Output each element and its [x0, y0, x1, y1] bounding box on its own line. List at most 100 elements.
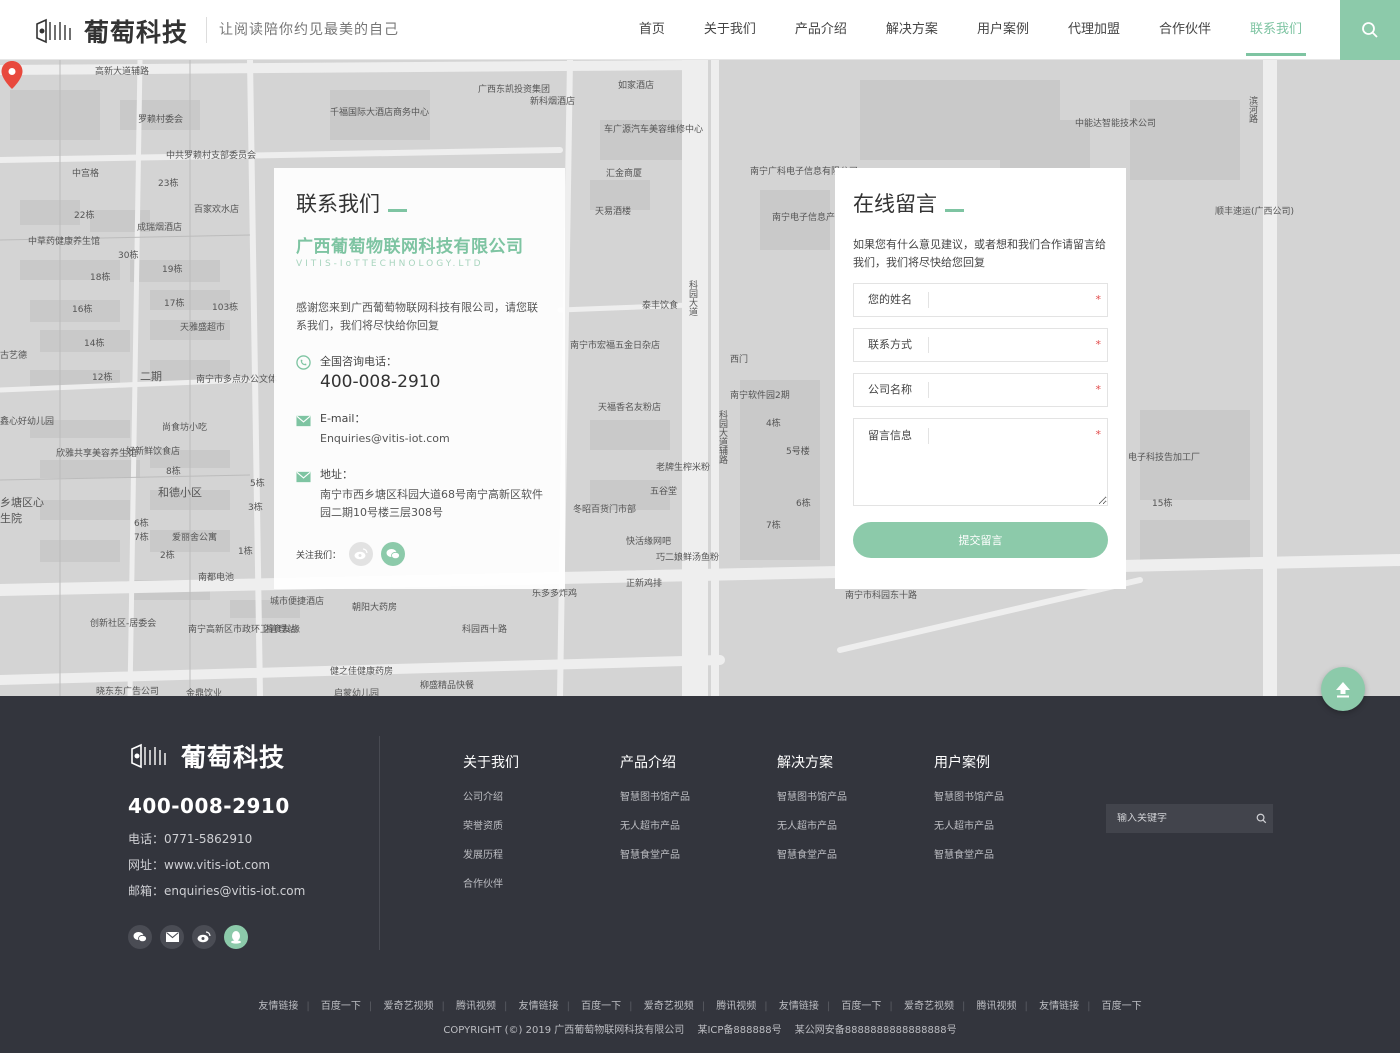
friend-link[interactable]: 友情链接: [779, 1001, 819, 1012]
wechat-button[interactable]: [381, 542, 406, 566]
map-label: 30栋: [118, 251, 139, 261]
friend-link[interactable]: 爱奇艺视频: [904, 1001, 954, 1012]
map-label: 朝阳大药房: [352, 603, 398, 613]
contact-label: 联系方式: [854, 337, 929, 353]
footer-link[interactable]: 无人超市产品: [934, 817, 1004, 832]
footer-link[interactable]: 智慧图书馆产品: [934, 788, 1004, 803]
logo-text: 葡萄科技: [84, 18, 189, 47]
nav-about[interactable]: 关于我们: [704, 0, 756, 60]
footer-col-title[interactable]: 产品介绍: [620, 752, 690, 772]
footer-mail-button[interactable]: [160, 925, 184, 949]
nav-contact[interactable]: 联系我们: [1245, 0, 1307, 60]
footer-tel: 电话：0771-5862910: [128, 832, 253, 846]
friend-link[interactable]: 友情链接: [519, 1001, 559, 1012]
friend-link[interactable]: 友情链接: [258, 1001, 298, 1012]
map-label: 快活缘网吧: [626, 537, 672, 547]
email-label: E-mail：: [320, 412, 366, 425]
company-name-cn: 广西葡萄物联网科技有限公司: [296, 237, 524, 257]
footer-col-title[interactable]: 解决方案: [777, 752, 847, 772]
footer-link[interactable]: 智慧图书馆产品: [620, 788, 690, 803]
friend-link[interactable]: 百度一下: [581, 1001, 621, 1012]
location-pin-icon[interactable]: [0, 60, 24, 90]
footer-logo[interactable]: 葡萄科技: [129, 738, 285, 774]
message-label: 留言信息: [854, 428, 929, 444]
footer-link[interactable]: 智慧图书馆产品: [777, 788, 847, 803]
friend-link[interactable]: 友情链接: [1039, 1001, 1079, 1012]
footer-search: [1106, 804, 1273, 833]
police-record[interactable]: 某公网安备8888888888888888号: [795, 1025, 957, 1036]
map-label: 千福国际大酒店商务中心: [330, 108, 430, 118]
friend-link[interactable]: 爱奇艺视频: [383, 1001, 433, 1012]
back-to-top-button[interactable]: [1321, 667, 1365, 711]
footer-link[interactable]: 公司介绍: [463, 788, 519, 803]
phone-number[interactable]: 400-008-2910: [320, 372, 440, 392]
footer-email[interactable]: 邮箱：enquiries@vitis-iot.com: [128, 882, 305, 899]
map-label: 南宁高新区市政环卫管理站: [188, 625, 297, 635]
map-label: 创新社区-居委会: [90, 619, 157, 629]
message-textarea[interactable]: [929, 428, 1107, 505]
logo[interactable]: 葡萄科技: [34, 13, 188, 49]
footer-wechat-button[interactable]: [128, 925, 152, 949]
submit-message-button[interactable]: 提交留言: [853, 522, 1108, 558]
header-search-button[interactable]: [1340, 0, 1400, 60]
map-label: 二期: [140, 370, 162, 383]
nav-solutions[interactable]: 解决方案: [886, 0, 938, 60]
friend-link[interactable]: 腾讯视频: [716, 1001, 756, 1012]
friend-link[interactable]: 百度一下: [321, 1001, 361, 1012]
footer-link[interactable]: 荣誉资质: [463, 817, 519, 832]
mail-icon: [296, 415, 311, 427]
map-label: 科园西十路: [462, 625, 508, 635]
map-label: 103栋: [212, 303, 239, 313]
nav-agency[interactable]: 代理加盟: [1068, 0, 1120, 60]
follow-us: 关注我们：: [296, 542, 543, 566]
required-mark: *: [1095, 338, 1102, 351]
friend-link[interactable]: 腾讯视频: [977, 1001, 1017, 1012]
footer-weibo-button[interactable]: [192, 925, 216, 949]
wechat-icon: [133, 932, 147, 943]
map-label: 5栋: [250, 479, 265, 489]
footer-search-input[interactable]: [1106, 813, 1249, 824]
nav-cases[interactable]: 用户案例: [977, 0, 1029, 60]
email-address[interactable]: Enquiries@vitis-iot.com: [320, 430, 450, 448]
site-footer: 葡萄科技 400-008-2910 电话：0771-5862910 网址：www…: [0, 696, 1400, 1053]
nav-partners[interactable]: 合作伙伴: [1159, 0, 1211, 60]
nav-products[interactable]: 产品介绍: [795, 0, 847, 60]
map-label: 和德小区: [158, 486, 202, 499]
footer-link[interactable]: 智慧食堂产品: [934, 846, 1004, 861]
friend-link[interactable]: 百度一下: [841, 1001, 881, 1012]
footer-website[interactable]: 网址：www.vitis-iot.com: [128, 856, 270, 873]
contact-input[interactable]: [929, 329, 1107, 361]
friend-link[interactable]: 腾讯视频: [456, 1001, 496, 1012]
footer-link[interactable]: 智慧食堂产品: [620, 846, 690, 861]
weibo-button[interactable]: [349, 542, 374, 566]
footer-link[interactable]: 无人超市产品: [777, 817, 847, 832]
icp-record[interactable]: 某ICP备888888号: [697, 1025, 781, 1036]
friend-link[interactable]: 爱奇艺视频: [644, 1001, 694, 1012]
footer-qq-button[interactable]: [224, 925, 248, 949]
company-label: 公司名称: [854, 382, 929, 398]
map-label: 车广源汽车美容维修中心: [604, 125, 704, 135]
footer-search-button[interactable]: [1249, 804, 1273, 833]
name-input[interactable]: [929, 284, 1107, 316]
map-label: 6栋: [134, 519, 149, 529]
footer-col-title[interactable]: 用户案例: [934, 752, 1004, 772]
footer-link[interactable]: 智慧食堂产品: [777, 846, 847, 861]
contact-card: 联系我们 广西葡萄物联网科技有限公司 VITIS-IoTTECHNOLOGY.L…: [274, 168, 565, 589]
footer-phone: 400-008-2910: [128, 794, 290, 818]
map-label: 成瑞烟酒店: [137, 223, 183, 233]
map-label: 巧二娘鲜汤鱼粉: [656, 553, 720, 563]
footer-link[interactable]: 合作伙伴: [463, 875, 519, 890]
location-map[interactable]: 高新大道辅路 罗赖村委会 千福国际大酒店商务中心 广西东凯投资集团 新科烟酒店 …: [0, 60, 1400, 696]
slogan: 让阅读陪你约见最美的自己: [206, 17, 399, 43]
main-nav: 首页 关于我们 产品介绍 解决方案 用户案例 代理加盟 合作伙伴 联系我们: [600, 0, 1307, 60]
footer-link[interactable]: 发展历程: [463, 846, 519, 861]
footer-link[interactable]: 无人超市产品: [620, 817, 690, 832]
company-input[interactable]: [929, 374, 1107, 406]
required-mark: *: [1095, 428, 1102, 441]
map-label: 19栋: [162, 265, 183, 275]
message-field: 留言信息 *: [853, 418, 1108, 506]
mail-icon: [165, 932, 179, 942]
footer-col-title[interactable]: 关于我们: [463, 752, 519, 772]
friend-link[interactable]: 百度一下: [1102, 1001, 1142, 1012]
nav-home[interactable]: 首页: [639, 0, 665, 60]
